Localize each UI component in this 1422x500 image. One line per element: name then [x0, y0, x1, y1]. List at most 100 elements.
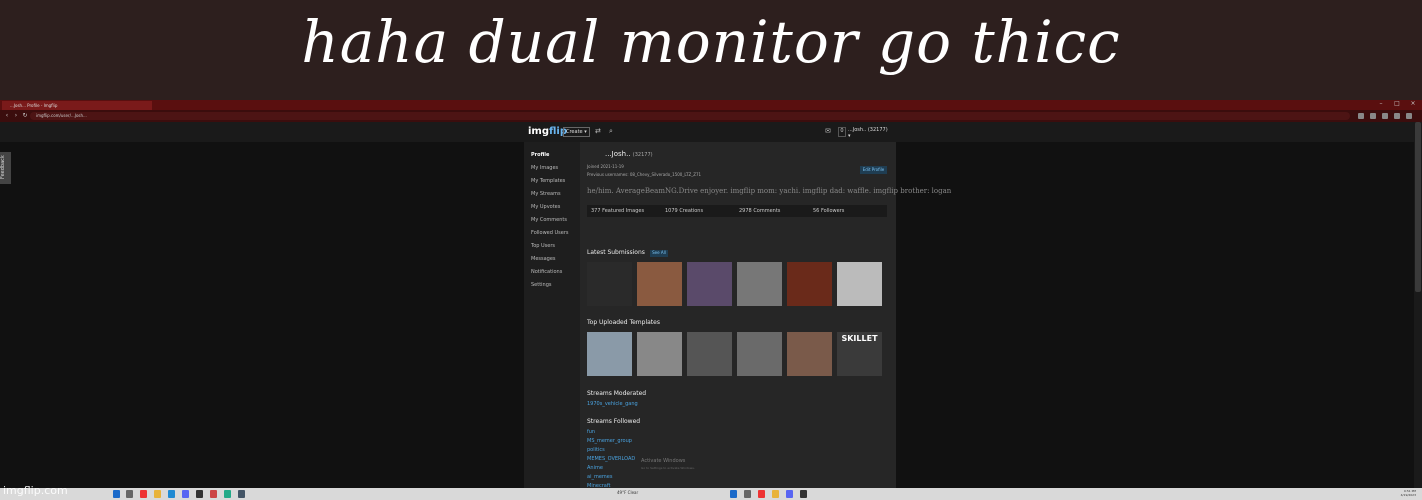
extension-icon[interactable]: [1358, 113, 1364, 119]
stat-featured[interactable]: 377 Featured Images: [591, 208, 644, 214]
file-explorer-icon[interactable]: [772, 490, 779, 498]
logo-text-a: img: [528, 126, 550, 137]
url-field[interactable]: imgflip.com/user/...Josh...: [30, 112, 1350, 120]
reload-icon[interactable]: ↻: [21, 112, 29, 120]
extension-icon[interactable]: [1370, 113, 1376, 119]
chrome-icon[interactable]: [140, 490, 147, 498]
activate-windows-title: Activate Windows: [641, 458, 686, 464]
sidebar-item-notifications[interactable]: Notifications: [531, 269, 579, 275]
followed-stream-link[interactable]: MEMES_OVERLOAD: [587, 456, 635, 462]
sidebar-item-my-comments[interactable]: My Comments: [531, 217, 579, 223]
app-icon[interactable]: [210, 490, 217, 498]
steam-icon[interactable]: [800, 490, 807, 498]
profile-username: ...Josh.. (32177): [605, 150, 653, 158]
site-header: imgflip Create ▾ ⇄ ⌕ ✉ 0 ...Josh.. (3217…: [0, 122, 1414, 142]
start-icon[interactable]: [113, 490, 120, 498]
moderated-stream-link[interactable]: 1970s_vehicle_gang: [587, 401, 638, 407]
minimize-icon[interactable]: –: [1374, 100, 1388, 110]
discord-icon[interactable]: [786, 490, 793, 498]
sidebar-item-my-templates[interactable]: My Templates: [531, 178, 579, 184]
sidebar-item-top-users[interactable]: Top Users: [531, 243, 579, 249]
maximize-icon[interactable]: □: [1390, 100, 1404, 110]
back-icon[interactable]: ‹: [3, 112, 11, 120]
profile-stats-bar: 377 Featured Images 1079 Creations 2978 …: [587, 205, 887, 217]
notification-count[interactable]: 0: [838, 127, 846, 137]
followed-stream-link[interactable]: MS_memer_group: [587, 438, 632, 444]
thumb-silver-truck[interactable]: [737, 262, 782, 306]
followed-stream-link[interactable]: politics: [587, 447, 605, 453]
page-scrollbar[interactable]: [1414, 122, 1422, 488]
taskbar-clock[interactable]: 9:51 PM 4/19/2023: [1401, 489, 1416, 497]
caption-band: haha dual monitor go thicc: [0, 0, 1422, 100]
template-black-truck[interactable]: [687, 332, 732, 376]
start-icon[interactable]: [730, 490, 737, 498]
close-icon[interactable]: ×: [1406, 100, 1420, 110]
windows-taskbar: 49°F Clear 9:51 PM 4/19/2023: [0, 488, 1422, 500]
mail-icon[interactable]: ✉: [825, 127, 831, 135]
thumb-black-helmet[interactable]: [587, 262, 632, 306]
discord-icon[interactable]: [182, 490, 189, 498]
chrome-icon[interactable]: [758, 490, 765, 498]
dual-monitor-screenshot: ...Josh... Profile - Imgflip – □ × ‹ › ↻…: [0, 100, 1422, 500]
top-templates-title: Top Uploaded Templates: [587, 319, 660, 326]
search-icon[interactable]: ⌕: [609, 127, 613, 136]
points-text: (32177): [632, 152, 653, 158]
sidebar-item-my-streams[interactable]: My Streams: [531, 191, 579, 197]
sidebar-item-my-upvotes[interactable]: My Upvotes: [531, 204, 579, 210]
profile-main: ...Josh.. (32177) Joined 2021-11-19 Prev…: [587, 142, 951, 489]
template-skillet[interactable]: SKILLET: [837, 332, 882, 376]
joined-date: Joined 2021-11-19: [587, 164, 624, 169]
shuffle-icon[interactable]: ⇄: [595, 127, 601, 135]
sidebar-item-my-images[interactable]: My Images: [531, 165, 579, 171]
profile-content: Profile My Images My Templates My Stream…: [524, 142, 951, 489]
imgflip-logo[interactable]: imgflip: [528, 126, 567, 137]
file-explorer-icon[interactable]: [154, 490, 161, 498]
followed-stream-link[interactable]: ai_memes: [587, 474, 612, 480]
edit-profile-button[interactable]: Edit Profile: [860, 166, 887, 174]
feedback-tab[interactable]: Feedback: [0, 152, 11, 184]
profile-bio: he/him. AverageBeamNG.Drive enjoyer. img…: [587, 187, 952, 195]
profile-sidebar: Profile My Images My Templates My Stream…: [524, 142, 580, 488]
app-icon[interactable]: [224, 490, 231, 498]
extension-icon[interactable]: [1382, 113, 1388, 119]
thumb-red-neon[interactable]: [787, 262, 832, 306]
menu-icon[interactable]: [1406, 113, 1412, 119]
template-silver-truck[interactable]: [587, 332, 632, 376]
profile-icon[interactable]: [1394, 113, 1400, 119]
stat-followers[interactable]: 56 Followers: [813, 208, 844, 214]
user-menu-button[interactable]: ...Josh.. (32177) ▾: [848, 127, 888, 139]
sidebar-item-followed-users[interactable]: Followed Users: [531, 230, 579, 236]
thumb-bald-man[interactable]: [637, 262, 682, 306]
template-black-truck-lot[interactable]: [737, 332, 782, 376]
stat-creations[interactable]: 1079 Creations: [665, 208, 703, 214]
sidebar-item-messages[interactable]: Messages: [531, 256, 579, 262]
search-icon[interactable]: [126, 490, 133, 498]
template-dark-truck-canyon[interactable]: [787, 332, 832, 376]
taskbar-weather[interactable]: 49°F Clear: [617, 490, 638, 495]
search-icon[interactable]: [744, 490, 751, 498]
scrollbar-thumb[interactable]: [1415, 122, 1421, 292]
address-bar-row: ‹ › ↻ imgflip.com/user/...Josh...: [0, 110, 1422, 122]
previous-usernames: Previous usernames: 08_Chevy_Silverado_1…: [587, 172, 702, 177]
store-icon[interactable]: [168, 490, 175, 498]
template-white-truck[interactable]: [637, 332, 682, 376]
imgflip-page: imgflip Create ▾ ⇄ ⌕ ✉ 0 ...Josh.. (3217…: [0, 122, 1422, 489]
thumb-purple-truck[interactable]: [687, 262, 732, 306]
clock-date: 4/19/2023: [1400, 493, 1416, 497]
sidebar-item-profile[interactable]: Profile: [531, 152, 579, 158]
create-button[interactable]: Create ▾: [563, 127, 590, 137]
followed-stream-link[interactable]: fun: [587, 429, 595, 435]
followed-stream-link[interactable]: Anime: [587, 465, 603, 471]
meme-caption: haha dual monitor go thicc: [301, 8, 1121, 76]
steam-icon[interactable]: [196, 490, 203, 498]
see-all-button[interactable]: See All: [650, 250, 668, 257]
forward-icon[interactable]: ›: [12, 112, 20, 120]
activate-windows-subtitle: Go to Settings to activate Windows.: [641, 466, 695, 470]
browser-tab-bar: ...Josh... Profile - Imgflip – □ ×: [0, 100, 1422, 110]
stat-comments[interactable]: 2978 Comments: [739, 208, 780, 214]
thumb-label: SKILLET: [841, 334, 878, 343]
thumb-white-truck[interactable]: [837, 262, 882, 306]
sidebar-item-settings[interactable]: Settings: [531, 282, 579, 288]
browser-tab[interactable]: ...Josh... Profile - Imgflip: [2, 101, 152, 110]
app-icon[interactable]: [238, 490, 245, 498]
